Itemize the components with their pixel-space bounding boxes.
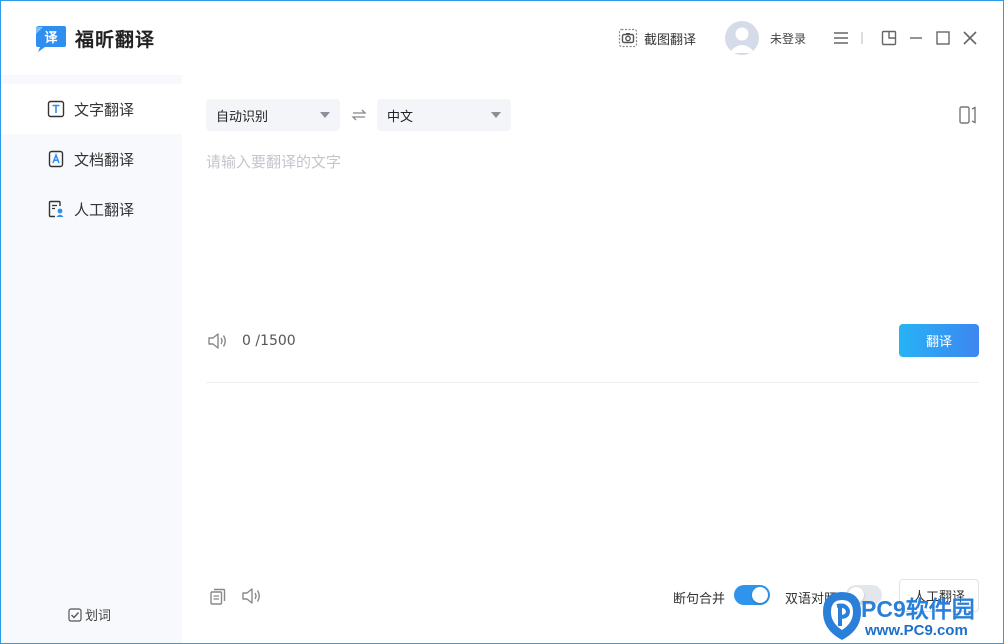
chevron-down-icon [320, 112, 330, 118]
speaker-icon[interactable] [207, 331, 229, 351]
app-logo-icon: 译 [36, 26, 66, 52]
merge-sentences-label: 断句合并 [673, 592, 726, 607]
screenshot-translate-label: 截图翻译 [644, 32, 697, 48]
sidebar-item-label: 文字翻译 [74, 100, 135, 119]
screenshot-translate-button[interactable]: 截图翻译 [618, 28, 696, 48]
copy-icon[interactable] [208, 586, 228, 606]
camera-icon [618, 28, 638, 48]
sidebar-item-doc-translate[interactable]: 文档翻译 [1, 134, 182, 184]
watermark-logo-icon [823, 592, 861, 640]
watermark: PC9软件园 www.PC9.com [817, 586, 1003, 643]
watermark-text: PC9软件园 [861, 596, 975, 622]
separator-icon [861, 32, 863, 44]
speaker-icon[interactable] [241, 586, 263, 606]
divider [206, 382, 979, 383]
avatar[interactable] [725, 21, 759, 55]
main-panel: 自动识别 中文 0 /1500 翻译 [182, 75, 1003, 643]
swap-languages-icon[interactable] [351, 107, 367, 123]
sidebar-item-human-translate[interactable]: 人工翻译 [1, 184, 182, 234]
login-link[interactable]: 未登录 [770, 30, 806, 47]
menu-icon[interactable] [832, 29, 850, 47]
watermark-url: www.PC9.com [865, 622, 968, 639]
human-translate-icon [48, 200, 64, 218]
layout-toggle-icon[interactable] [958, 105, 978, 125]
title-bar: 译 福昕翻译 截图翻译 未登录 [1, 1, 1003, 75]
word-pick-checkbox[interactable]: 划词 [68, 605, 111, 624]
document-translate-icon [48, 150, 64, 168]
text-translate-icon [47, 100, 65, 118]
logo-char: 译 [44, 31, 58, 46]
target-language-select[interactable]: 中文 [377, 99, 511, 131]
close-icon[interactable] [961, 29, 979, 47]
word-pick-label: 划词 [85, 609, 112, 624]
chevron-down-icon [491, 112, 501, 118]
minimize-icon[interactable] [907, 29, 925, 47]
translate-button[interactable]: 翻译 [899, 324, 979, 357]
sidebar-item-label: 人工翻译 [74, 200, 135, 219]
source-text-input[interactable] [206, 151, 976, 311]
toggle-knob [752, 587, 768, 603]
sidebar-item-text-translate[interactable]: 文字翻译 [1, 84, 182, 134]
source-language-select[interactable]: 自动识别 [206, 99, 340, 131]
mini-mode-icon[interactable] [880, 29, 898, 47]
character-counter: 0 /1500 [242, 333, 296, 349]
user-icon [729, 27, 755, 53]
sidebar-item-label: 文档翻译 [74, 150, 135, 169]
app-window: 译 福昕翻译 截图翻译 未登录 文字翻译 文档翻译 人工翻译 划词 自动识别 中… [1, 1, 1003, 643]
maximize-icon[interactable] [934, 29, 952, 47]
checkbox-checked-icon [68, 607, 82, 622]
merge-sentences-toggle[interactable] [734, 585, 770, 605]
target-language-value: 中文 [387, 109, 414, 125]
app-title: 福昕翻译 [75, 29, 156, 51]
source-language-value: 自动识别 [216, 109, 269, 125]
sidebar: 文字翻译 文档翻译 人工翻译 划词 [1, 75, 182, 643]
